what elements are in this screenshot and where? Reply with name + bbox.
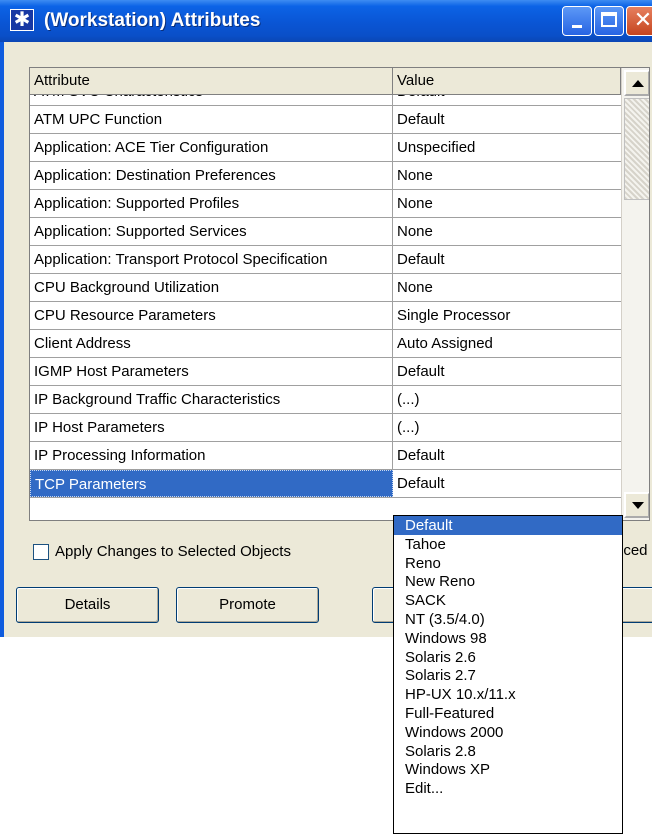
attribute-name: IP Host Parameters — [30, 414, 393, 441]
table-row[interactable]: ATM SVC Characteristics Default — [30, 95, 621, 106]
attribute-name: IP Processing Information — [30, 442, 393, 469]
dropdown-option[interactable]: New Reno — [394, 572, 622, 591]
table-row[interactable]: Application: Destination Preferences Non… — [30, 162, 621, 190]
attribute-value[interactable]: (...) — [393, 386, 621, 413]
vertical-scrollbar[interactable] — [621, 68, 649, 520]
maximize-button[interactable] — [594, 6, 624, 36]
table-row[interactable]: Application: Supported Services None — [30, 218, 621, 246]
scroll-up-button[interactable] — [624, 70, 649, 96]
table-row[interactable]: Client Address Auto Assigned — [30, 330, 621, 358]
dropdown-option[interactable]: NT (3.5/4.0) — [394, 610, 622, 629]
apply-changes-label: Apply Changes to Selected Objects — [55, 543, 291, 560]
table-row[interactable]: Application: Transport Protocol Specific… — [30, 246, 621, 274]
dropdown-option[interactable]: Windows 2000 — [394, 723, 622, 742]
right-button[interactable] — [618, 587, 652, 623]
attribute-value[interactable]: (...) — [393, 414, 621, 441]
attribute-value[interactable]: Default — [393, 358, 621, 385]
dropdown-option[interactable]: Full-Featured — [394, 704, 622, 723]
attribute-name: CPU Resource Parameters — [30, 302, 393, 329]
attribute-name: ATM SVC Characteristics — [30, 95, 393, 105]
attribute-name: Application: Supported Profiles — [30, 190, 393, 217]
attribute-value[interactable]: None — [393, 190, 621, 217]
table-row[interactable]: IP Background Traffic Characteristics (.… — [30, 386, 621, 414]
table-body: ATM SVC Characteristics Default ATM UPC … — [30, 95, 621, 520]
attribute-name: IP Background Traffic Characteristics — [30, 386, 393, 413]
attribute-name: Application: Destination Preferences — [30, 162, 393, 189]
attribute-value[interactable]: None — [393, 274, 621, 301]
attribute-value[interactable]: None — [393, 162, 621, 189]
attribute-name: ATM UPC Function — [30, 106, 393, 133]
tcp-parameters-dropdown[interactable]: Default Tahoe Reno New Reno SACK NT (3.5… — [393, 515, 623, 834]
attribute-column-header[interactable]: Attribute — [30, 68, 393, 94]
attribute-name: CPU Background Utilization — [30, 274, 393, 301]
attribute-name: IGMP Host Parameters — [30, 358, 393, 385]
table-row[interactable]: Application: Supported Profiles None — [30, 190, 621, 218]
attributes-table: Attribute Value ATM SVC Characteristics … — [29, 67, 650, 521]
attribute-value[interactable]: Single Processor — [393, 302, 621, 329]
dropdown-arrow-button[interactable] — [624, 492, 649, 518]
scroll-thumb[interactable] — [624, 98, 649, 200]
window-title: (Workstation) Attributes — [44, 10, 261, 31]
arrow-up-icon — [632, 80, 644, 87]
attribute-value[interactable]: Unspecified — [393, 134, 621, 161]
asterisk-icon: ✱ — [10, 9, 34, 31]
attribute-value[interactable]: Default — [393, 470, 621, 497]
close-icon: ✕ — [633, 8, 652, 33]
table-row[interactable]: CPU Resource Parameters Single Processor — [30, 302, 621, 330]
dropdown-option[interactable]: SACK — [394, 591, 622, 610]
table-row[interactable]: IP Host Parameters (...) — [30, 414, 621, 442]
dropdown-option[interactable]: Edit... — [394, 779, 622, 798]
table-row[interactable]: ATM UPC Function Default — [30, 106, 621, 134]
dropdown-option[interactable]: Default — [394, 516, 622, 535]
attribute-name: Client Address — [30, 330, 393, 357]
attribute-name: Application: Supported Services — [30, 218, 393, 245]
details-button[interactable]: Details — [16, 587, 159, 623]
table-row[interactable]: IP Processing Information Default — [30, 442, 621, 470]
table-row[interactable]: Application: ACE Tier Configuration Unsp… — [30, 134, 621, 162]
attribute-value[interactable]: Default — [393, 246, 621, 273]
attribute-name: TCP Parameters — [30, 470, 393, 497]
close-button[interactable]: ✕ — [626, 6, 652, 36]
maximize-icon — [601, 12, 617, 27]
apply-changes-checkbox[interactable] — [33, 544, 49, 560]
arrow-down-icon — [632, 502, 644, 509]
attribute-name: Application: Transport Protocol Specific… — [30, 246, 393, 273]
dropdown-option[interactable]: Solaris 2.8 — [394, 742, 622, 761]
table-row[interactable]: CPU Background Utilization None — [30, 274, 621, 302]
attribute-value[interactable]: Default — [393, 95, 621, 105]
attribute-value[interactable]: None — [393, 218, 621, 245]
value-column-header[interactable]: Value — [393, 68, 621, 94]
table-header: Attribute Value — [30, 68, 649, 95]
attribute-name: Application: ACE Tier Configuration — [30, 134, 393, 161]
dropdown-option[interactable]: Windows 98 — [394, 629, 622, 648]
minimize-icon — [572, 25, 582, 28]
table-row-selected[interactable]: TCP Parameters Default — [30, 470, 621, 498]
table-row[interactable]: IGMP Host Parameters Default — [30, 358, 621, 386]
attribute-value[interactable]: Default — [393, 106, 621, 133]
dropdown-option[interactable]: Solaris 2.7 — [394, 666, 622, 685]
minimize-button[interactable] — [562, 6, 592, 36]
dropdown-option[interactable]: Reno — [394, 554, 622, 573]
attribute-value[interactable]: Default — [393, 442, 621, 469]
promote-button[interactable]: Promote — [176, 587, 319, 623]
dropdown-option[interactable]: HP-UX 10.x/11.x — [394, 685, 622, 704]
dropdown-option[interactable]: Tahoe — [394, 535, 622, 554]
dropdown-option[interactable]: Solaris 2.6 — [394, 648, 622, 667]
dropdown-option[interactable]: Windows XP — [394, 760, 622, 779]
attribute-value[interactable]: Auto Assigned — [393, 330, 621, 357]
title-bar[interactable]: ✱ (Workstation) Attributes ✕ — [0, 0, 652, 42]
